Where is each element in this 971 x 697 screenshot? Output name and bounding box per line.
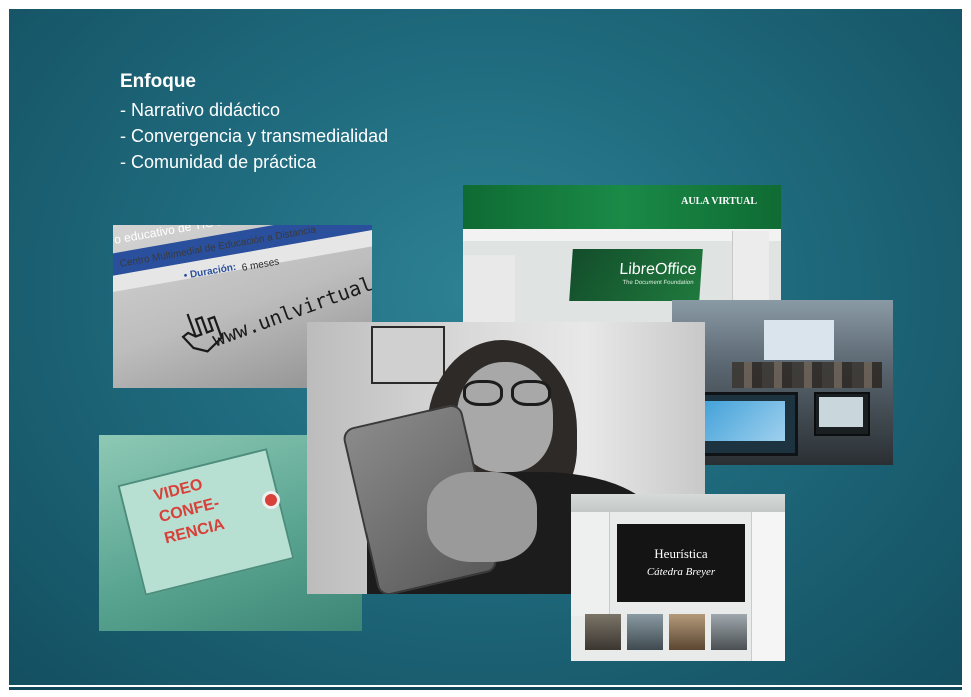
call-title: Heurística	[654, 546, 708, 561]
woman-glasses	[457, 380, 553, 406]
photo-frame-on-wall	[371, 326, 445, 384]
focus-item-narrativo: - Narrativo didáctico	[120, 100, 281, 120]
libreoffice-logo-text: LibreOffice	[618, 261, 698, 278]
call-right-panel	[751, 512, 785, 661]
videoconf-red-dot	[262, 491, 280, 509]
aula-virtual-label: AULA VIRTUAL	[681, 196, 757, 207]
call-toolbar	[571, 494, 785, 512]
participant-thumb	[711, 614, 747, 650]
call-left-panel	[571, 512, 610, 616]
aula-sidebar-left	[463, 255, 515, 322]
lab-monitor-front	[690, 392, 798, 456]
participant-thumbnails	[585, 614, 747, 656]
focus-item-comunidad: - Comunidad de práctica	[120, 152, 317, 172]
hands	[427, 472, 537, 562]
focus-list: - Narrativo didáctico - Convergencia y t…	[120, 97, 388, 175]
bottom-rule	[9, 687, 962, 690]
focus-item-convergencia: - Convergencia y transmedialidad	[120, 126, 389, 146]
libreoffice-banner: LibreOffice The Document Foundation	[569, 249, 703, 301]
focus-heading: Enfoque	[120, 71, 196, 92]
participant-thumb	[585, 614, 621, 650]
participant-thumb	[627, 614, 663, 650]
lab-monitor-right	[814, 392, 870, 436]
aula-header-bar	[463, 185, 781, 229]
participant-thumb	[669, 614, 705, 650]
photo-computer-lab	[672, 300, 893, 465]
call-subtitle: Cátedra Breyer	[646, 566, 716, 578]
focus-text-block: Enfoque - Narrativo didáctico - Converge…	[120, 71, 388, 175]
call-main-screen: Heurística Cátedra Breyer	[617, 524, 745, 602]
photo-heuristica-call: Heurística Cátedra Breyer	[571, 494, 785, 661]
lab-projection-screen	[764, 320, 834, 360]
libreoffice-logo-subtext: The Document Foundation	[622, 280, 694, 286]
lab-people	[732, 362, 882, 388]
